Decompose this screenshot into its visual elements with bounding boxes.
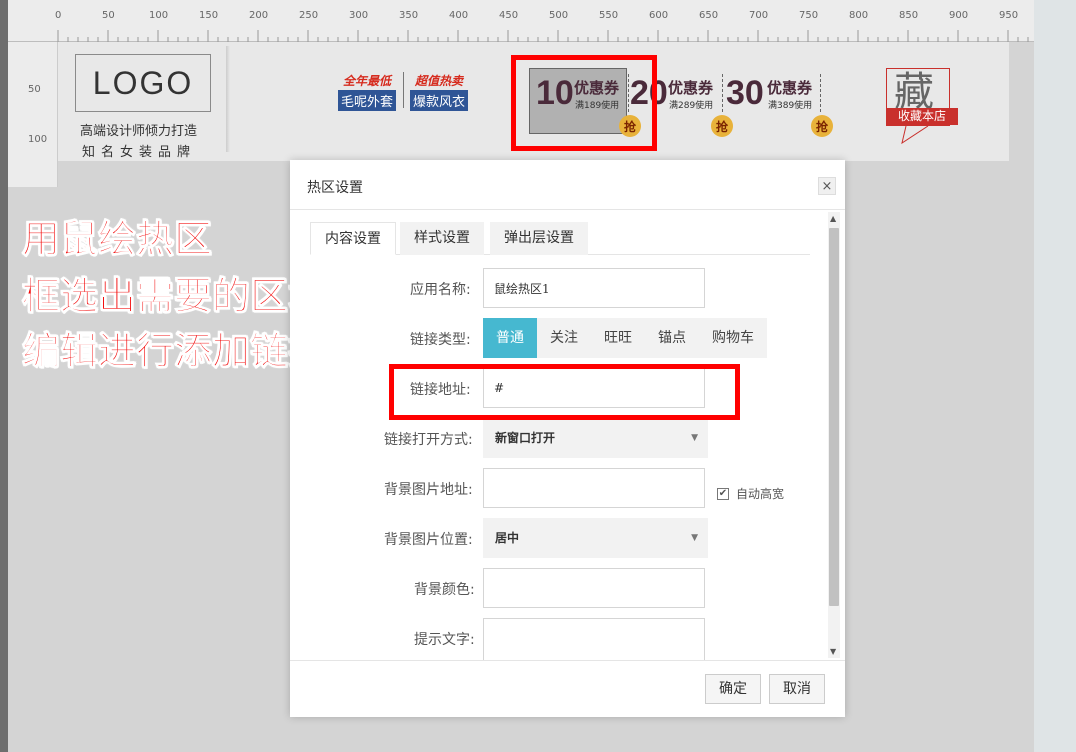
- ruler-tick: 650: [699, 10, 719, 21]
- ruler-tick: 400: [449, 10, 469, 21]
- ruler-tick: 800: [849, 10, 869, 21]
- tooltip-input[interactable]: [483, 618, 705, 660]
- open-mode-label: 链接打开方式:: [384, 432, 473, 448]
- ruler-tick: 950: [999, 10, 1019, 21]
- right-panel-strip: [1034, 0, 1076, 752]
- ruler-tick: 550: [599, 10, 619, 21]
- bg-color-input[interactable]: [483, 568, 705, 608]
- logo-divider: [226, 46, 230, 152]
- ruler-tick: 350: [399, 10, 419, 21]
- promo-top: 全年最低: [343, 74, 392, 88]
- ruler-marks: [57, 30, 1029, 42]
- promo-block[interactable]: 全年最低 毛呢外套: [338, 72, 397, 111]
- promo-separator: [403, 72, 404, 108]
- bg-image-input[interactable]: [483, 468, 705, 508]
- link-type-label: 链接类型:: [410, 332, 471, 348]
- link-type-follow[interactable]: 关注: [537, 318, 591, 358]
- ruler-tick: 50: [28, 84, 41, 95]
- link-type-wangwang[interactable]: 旺旺: [591, 318, 645, 358]
- favorite-store-label[interactable]: 收藏本店: [886, 108, 958, 125]
- ruler-tick: 100: [28, 134, 48, 145]
- link-type-normal[interactable]: 普通: [483, 318, 537, 358]
- promo-block[interactable]: 超值热卖 爆款风衣: [410, 72, 469, 111]
- link-type-anchor[interactable]: 锚点: [645, 318, 699, 358]
- confirm-button[interactable]: 确定: [705, 674, 761, 704]
- ruler-tick: 750: [799, 10, 819, 21]
- coupon-title: 优惠券: [668, 79, 714, 97]
- scrollbar-thumb[interactable]: [829, 228, 839, 606]
- link-url-highlight-frame: [389, 364, 740, 420]
- vertical-ruler: 50 100: [8, 42, 58, 187]
- coupon-grab-badge[interactable]: 抢: [711, 115, 733, 137]
- logo-brand-text: 知名女装品牌: [82, 145, 197, 160]
- tab-style-settings[interactable]: 样式设置: [400, 222, 484, 255]
- ruler-tick: 850: [899, 10, 919, 21]
- tooltip-label: 提示文字:: [414, 632, 475, 648]
- left-edge: [0, 0, 8, 752]
- scroll-up-icon[interactable]: ▲: [830, 214, 836, 223]
- ruler-tick: 0: [55, 10, 62, 21]
- footer-divider: [290, 660, 845, 661]
- open-mode-select[interactable]: 新窗口打开 ▼: [483, 418, 708, 458]
- dialog-divider: [290, 209, 845, 210]
- horizontal-ruler: 0 50 100 150 200 250 300 350 400 450 500…: [8, 0, 1034, 42]
- promo-top: 超值热卖: [415, 74, 464, 88]
- coupon-separator: [820, 74, 821, 112]
- annotation-line: 编辑进行添加链接: [21, 329, 327, 374]
- ruler-tick: 250: [299, 10, 319, 21]
- chevron-down-icon: ▼: [691, 433, 698, 443]
- dialog-title: 热区设置: [307, 180, 363, 196]
- hotspot-settings-dialog: 热区设置 × 内容设置 样式设置 弹出层设置 应用名称: 链接类型: 普通 关注…: [290, 160, 845, 717]
- bg-position-label: 背景图片位置:: [384, 532, 473, 548]
- auto-size-checkbox[interactable]: ✔ 自动高宽: [717, 485, 784, 502]
- coupon-grab-badge[interactable]: 抢: [811, 115, 833, 137]
- coupon-condition: 满389使用: [768, 101, 813, 111]
- ruler-tick: 300: [349, 10, 369, 21]
- bg-color-label: 背景颜色:: [414, 582, 475, 598]
- ruler-tick: 200: [249, 10, 269, 21]
- coupon-highlight-frame: [511, 55, 657, 151]
- app-name-label: 应用名称:: [410, 282, 471, 298]
- app-name-input[interactable]: [483, 268, 705, 308]
- checkbox-checked-icon[interactable]: ✔: [717, 487, 729, 500]
- bg-image-label: 背景图片地址:: [384, 482, 473, 498]
- coupon-amount: 30: [726, 74, 764, 112]
- ruler-tick: 100: [149, 10, 169, 21]
- bg-position-value: 居中: [495, 531, 520, 545]
- ruler-tick: 50: [102, 10, 115, 21]
- scroll-down-icon[interactable]: ▼: [830, 647, 836, 656]
- bg-position-select[interactable]: 居中 ▼: [483, 518, 708, 558]
- coupon-separator: [722, 74, 723, 112]
- dialog-scrollbar[interactable]: ▲ ▼: [828, 212, 840, 658]
- annotation-line: 框选出需要的区域: [21, 274, 327, 319]
- dialog-tabs: 内容设置 样式设置 弹出层设置: [310, 222, 810, 255]
- tab-content-settings[interactable]: 内容设置: [310, 222, 396, 255]
- favorite-tail-icon: [901, 126, 929, 145]
- cancel-button[interactable]: 取消: [769, 674, 825, 704]
- coupon[interactable]: 30 优惠券 满389使用 抢: [726, 74, 836, 137]
- promo-bottom: 毛呢外套: [338, 90, 397, 111]
- chevron-down-icon: ▼: [691, 533, 698, 543]
- tab-popup-settings[interactable]: 弹出层设置: [490, 222, 588, 255]
- ruler-tick: 900: [949, 10, 969, 21]
- open-mode-value: 新窗口打开: [495, 431, 556, 445]
- ruler-tick: 150: [199, 10, 219, 21]
- ruler-tick: 500: [549, 10, 569, 21]
- annotation-line: 用鼠绘热区: [21, 217, 213, 262]
- auto-size-label: 自动高宽: [736, 487, 785, 501]
- promo-bottom: 爆款风衣: [410, 90, 469, 111]
- ruler-tick: 450: [499, 10, 519, 21]
- close-icon[interactable]: ×: [818, 177, 836, 195]
- logo-tagline: 高端设计师倾力打造: [80, 124, 198, 139]
- link-type-cart[interactable]: 购物车: [699, 318, 767, 358]
- link-type-selector: 普通 关注 旺旺 锚点 购物车: [483, 318, 767, 358]
- logo: LOGO: [75, 54, 211, 112]
- ruler-tick: 600: [649, 10, 669, 21]
- coupon-title: 优惠券: [767, 79, 813, 97]
- tooltip-input-clip: [483, 618, 705, 660]
- coupon-condition: 满289使用: [669, 101, 714, 111]
- ruler-tick: 700: [749, 10, 769, 21]
